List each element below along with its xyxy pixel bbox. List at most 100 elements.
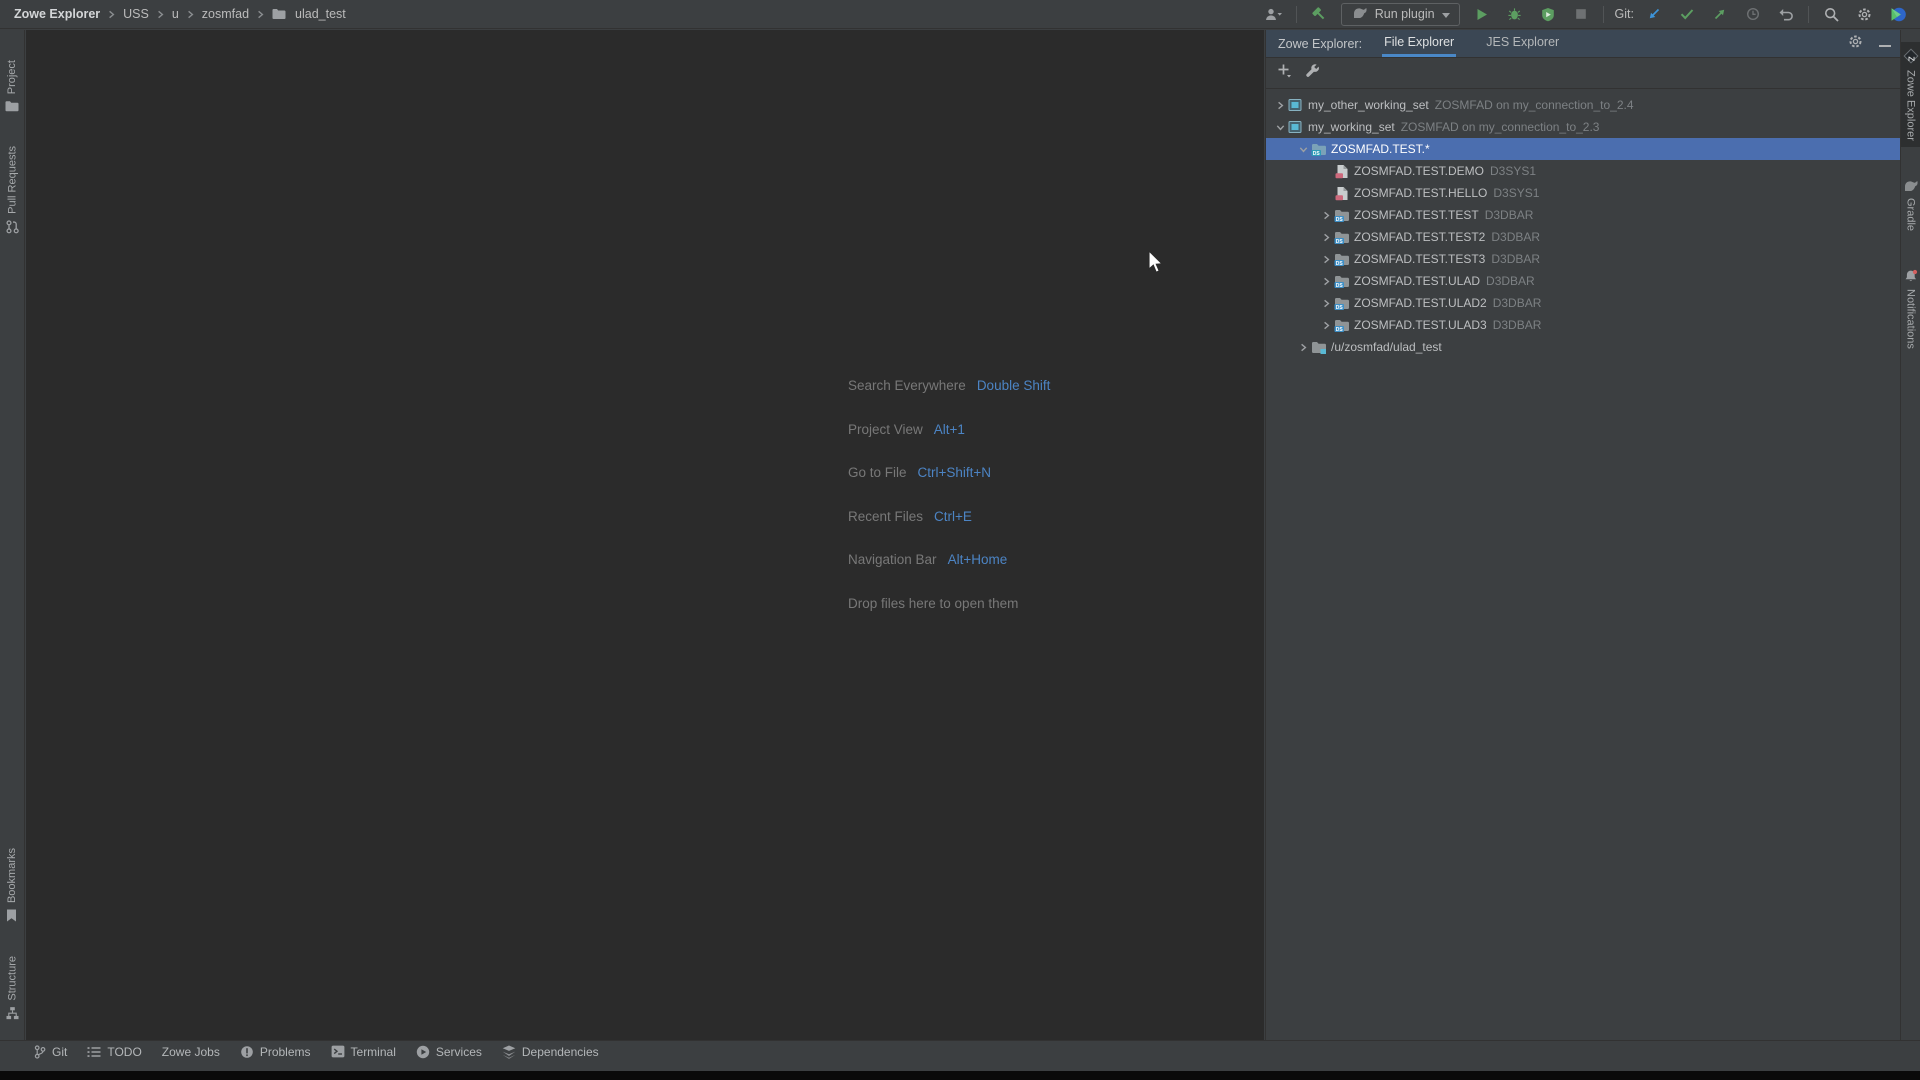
chevron-down-icon[interactable] [1296, 145, 1311, 154]
chevron-right-icon[interactable] [1319, 233, 1334, 242]
panel-gear-icon[interactable] [1848, 34, 1863, 54]
node-name: my_working_set [1308, 120, 1395, 134]
toolbar-divider [1603, 6, 1604, 23]
gradle-icon [1351, 6, 1368, 22]
gear-icon[interactable] [1853, 3, 1875, 25]
tree-row[interactable]: DSZOSMFAD.TEST.ULAD2 D3DBAR [1266, 292, 1900, 314]
services-icon [416, 1045, 430, 1059]
tree-row[interactable]: ZOSMFAD.TEST.DEMOD3SYS1 [1266, 160, 1900, 182]
statusbar-item-label: Zowe Jobs [162, 1045, 220, 1059]
git-label: Git: [1615, 7, 1634, 21]
node-suffix: D3SYS1 [1490, 164, 1536, 178]
screen-bottom-strip [0, 1071, 1920, 1080]
node-suffix: D3DBAR [1493, 296, 1542, 310]
statusbar-item-label: Dependencies [522, 1045, 599, 1059]
git-push-icon[interactable] [1709, 3, 1731, 25]
tree-row[interactable]: DSZOSMFAD.TEST.ULAD3D3DBAR [1266, 314, 1900, 336]
shortcut-keystroke: Ctrl+E [934, 509, 972, 524]
breadcrumb-item[interactable]: Zowe Explorer [14, 7, 100, 21]
statusbar-item-todo[interactable]: TODO [77, 1041, 151, 1062]
chevron-right-icon[interactable] [1319, 255, 1334, 264]
breadcrumb-item[interactable]: USS [123, 7, 149, 21]
node-name: ZOSMFAD.TEST.ULAD2 [1354, 296, 1487, 310]
structure-icon [6, 1007, 19, 1020]
tree-row[interactable]: DSZOSMFAD.TEST.TEST2D3DBAR [1266, 226, 1900, 248]
statusbar-item-services[interactable]: Services [406, 1041, 492, 1062]
tab-jes-explorer[interactable]: JES Explorer [1484, 30, 1561, 57]
statusbar-item-zowe-jobs[interactable]: Zowe Jobs [152, 1041, 230, 1062]
rollback-icon[interactable] [1775, 3, 1797, 25]
user-account-icon[interactable] [1263, 3, 1285, 25]
breadcrumb-item[interactable]: ulad_test [295, 7, 346, 21]
tree-row[interactable]: my_working_setZOSMFAD on my_connection_t… [1266, 116, 1900, 138]
chevron-down-icon[interactable] [1273, 123, 1288, 132]
tree-row[interactable]: ZOSMFAD.TEST.HELLOD3SYS1 [1266, 182, 1900, 204]
hide-panel-icon[interactable] [1879, 35, 1891, 53]
shortcut-keystroke: Ctrl+Shift+N [918, 465, 992, 480]
shortcut-action-label: Drop files here to open them [848, 596, 1018, 611]
statusbar-item-dependencies[interactable]: Dependencies [492, 1041, 609, 1062]
coverage-icon[interactable] [1537, 3, 1559, 25]
app-logo-icon[interactable] [1886, 3, 1908, 25]
shortcut-hint-row: Recent FilesCtrl+E [848, 495, 1050, 539]
svg-text:DS: DS [1336, 282, 1344, 288]
tool-stripe-label: Structure [6, 956, 18, 1001]
chevron-right-icon[interactable] [1319, 299, 1334, 308]
node-suffix: ZOSMFAD on my_connection_to_2.4 [1435, 98, 1634, 112]
ide-window: Zowe Explorer USS u zosmfad ulad_test Run pl… [0, 0, 1920, 1071]
tool-stripe-button-pull-requests[interactable]: Pull Requests [4, 140, 21, 240]
node-name: ZOSMFAD.TEST.TEST [1354, 208, 1479, 222]
debug-icon[interactable] [1504, 3, 1526, 25]
chevron-right-icon[interactable] [1273, 101, 1288, 110]
dependencies-icon [502, 1045, 516, 1059]
terminal-icon [331, 1045, 345, 1058]
search-icon[interactable] [1820, 3, 1842, 25]
pds-icon: DS [1334, 274, 1352, 289]
tool-stripe-button-project[interactable]: Project [3, 54, 21, 118]
shortcut-hint-row: Drop files here to open them [848, 582, 1050, 626]
tool-stripe-button-structure[interactable]: Structure [4, 950, 21, 1026]
statusbar-item-problems[interactable]: Problems [230, 1041, 321, 1062]
tree-row[interactable]: DSZOSMFAD.TEST.TEST3D3DBAR [1266, 248, 1900, 270]
svg-text:Z: Z [1906, 56, 1915, 61]
run-configuration-select[interactable]: Run plugin [1341, 3, 1460, 26]
tree-row[interactable]: DSZOSMFAD.TEST.TESTD3DBAR [1266, 204, 1900, 226]
breadcrumb-separator-icon [156, 10, 165, 19]
statusbar-item-git[interactable]: Git [24, 1041, 77, 1062]
tool-stripe-button-notifications[interactable]: Notifications [1902, 263, 1920, 355]
editor-area[interactable]: Search EverywhereDouble ShiftProject Vie… [26, 30, 1264, 1040]
build-hammer-icon[interactable] [1308, 3, 1330, 25]
tool-stripe-button-gradle[interactable]: Gradle [1900, 173, 1920, 237]
git-update-icon[interactable] [1643, 3, 1665, 25]
node-suffix: D3SYS1 [1493, 186, 1539, 200]
top-bar: Zowe Explorer USS u zosmfad ulad_test Run pl… [0, 0, 1920, 29]
pull-request-icon [6, 220, 19, 234]
settings-wrench-icon[interactable] [1305, 63, 1320, 83]
node-name: ZOSMFAD.TEST.ULAD [1354, 274, 1480, 288]
panel-toolbar [1266, 58, 1900, 89]
add-working-set-icon[interactable] [1277, 63, 1292, 83]
chevron-right-icon[interactable] [1296, 343, 1311, 352]
breadcrumb-item[interactable]: zosmfad [202, 7, 249, 21]
tool-stripe-button-zowe-explorer[interactable]: ZZowe Explorer [1901, 42, 1920, 147]
pds-icon: DS [1334, 296, 1352, 311]
breadcrumb-item[interactable]: u [172, 7, 179, 21]
run-icon[interactable] [1471, 3, 1493, 25]
chevron-right-icon[interactable] [1319, 321, 1334, 330]
tree-row[interactable]: /u/zosmfad/ulad_test [1266, 336, 1900, 358]
git-commit-icon[interactable] [1676, 3, 1698, 25]
tree-row[interactable]: DSZOSMFAD.TEST.ULADD3DBAR [1266, 270, 1900, 292]
tool-stripe-button-bookmarks[interactable]: Bookmarks [4, 842, 20, 928]
chevron-right-icon[interactable] [1319, 277, 1334, 286]
shortcut-hint-row: Go to FileCtrl+Shift+N [848, 451, 1050, 495]
statusbar-item-terminal[interactable]: Terminal [321, 1041, 406, 1062]
chevron-right-icon[interactable] [1319, 211, 1334, 220]
history-clock-icon [1742, 3, 1764, 25]
member-icon [1334, 164, 1352, 179]
toolbar-divider [1808, 6, 1809, 23]
node-name: /u/zosmfad/ulad_test [1331, 340, 1442, 354]
tab-file-explorer[interactable]: File Explorer [1382, 30, 1456, 57]
tree-row[interactable]: DSZOSMFAD.TEST.* [1266, 138, 1900, 160]
tree-row[interactable]: my_other_working_setZOSMFAD on my_connec… [1266, 94, 1900, 116]
gradle-icon [1902, 179, 1919, 192]
